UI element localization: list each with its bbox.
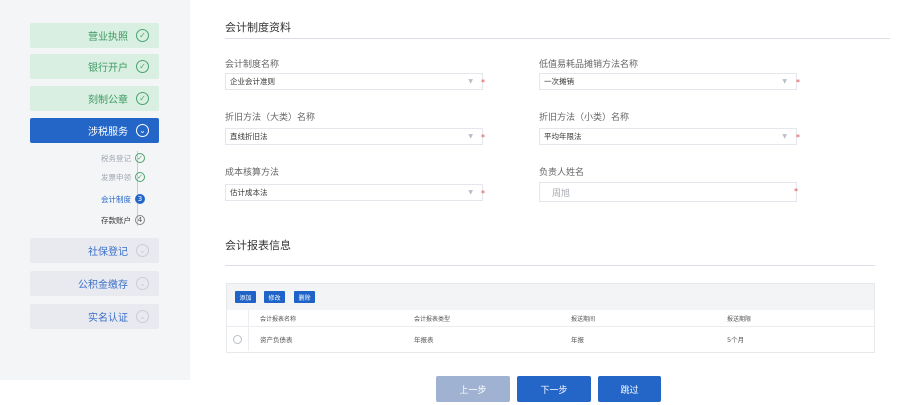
label-depreciation-minor: 折旧方法（小类）名称 [539,113,630,123]
substep-label: 发票申领 [101,172,131,182]
check-icon: ✓ [135,172,145,182]
chevron-down-icon: ▼ [468,189,473,196]
step-housing-fund[interactable]: 公积金缴存 ⌄ [30,271,159,296]
low-value-method-select[interactable]: 一次摊销 ▼ [539,73,797,90]
substep-label: 会计制度 [101,194,131,204]
chevron-down-icon: ⌄ [136,310,149,323]
required-mark: * [794,187,798,196]
label-depreciation-major: 折旧方法（大类）名称 [225,113,316,123]
column-header: 会计报表名称 [260,315,297,323]
check-icon: ✓ [136,29,149,42]
step-bank-account[interactable]: 银行开户 ✓ [30,54,159,79]
cost-method-select[interactable]: 估计成本法 ▼ [225,184,483,201]
check-icon: ✓ [136,60,149,73]
select-value: 平均年限法 [544,132,582,141]
step-label: 社保登记 [88,247,128,258]
substep-accounting-system[interactable]: 会计制度 3 [60,192,145,206]
select-value: 直线折旧法 [230,132,268,141]
next-button[interactable]: 下一步 [517,376,591,402]
step-tax-service[interactable]: 涉税服务 ⌄ [30,118,159,143]
step-label: 公积金缴存 [78,280,128,291]
depreciation-major-select[interactable]: 直线折旧法 ▼ [225,128,483,145]
select-value: 企业会计准则 [230,77,275,86]
step-label: 营业执照 [88,32,128,43]
substep-tax-registration[interactable]: 税务登记 ✓ [60,151,145,165]
step-real-name[interactable]: 实名认证 ⌄ [30,304,159,329]
check-icon: ✓ [135,153,145,163]
section-title-report: 会计报表信息 [225,239,291,252]
step-social-security[interactable]: 社保登记 ⌄ [30,238,159,263]
edit-button[interactable]: 修改 [264,291,285,303]
required-mark: * [796,133,800,142]
table-cell: 年报表 [414,336,434,344]
required-mark: * [481,133,485,142]
row-radio[interactable] [233,334,242,344]
step-label: 银行开户 [88,63,128,74]
divider [225,265,875,266]
label-low-value-method: 低值易耗品摊销方法名称 [539,60,639,70]
step-business-license[interactable]: 营业执照 ✓ [30,23,159,48]
chevron-down-icon: ▼ [468,78,473,85]
table-toolbar: 添加 修改 删除 [227,284,874,310]
system-name-select[interactable]: 企业会计准则 ▼ [225,73,483,90]
table-row[interactable]: 资产负债表 年报表 年报 5个月 [227,327,874,351]
column-header: 报送期间 [571,315,596,323]
delete-button[interactable]: 删除 [294,291,315,303]
select-value: 估计成本法 [230,188,268,197]
prev-button[interactable]: 上一步 [436,376,510,402]
chevron-down-icon: ⌄ [136,244,149,257]
step-label: 实名认证 [88,313,128,324]
report-table: 添加 修改 删除 会计报表名称 会计报表类型 报送期间 报送期限 资产负债表 年… [226,283,875,353]
substep-label: 税务登记 [101,153,131,163]
label-person-name: 负责人姓名 [539,168,585,178]
chevron-down-icon: ▼ [468,133,473,140]
substep-label: 存款账户 [101,215,131,225]
required-mark: * [481,189,485,198]
chevron-down-icon: ⌄ [136,277,149,290]
progress-sidebar: 营业执照 ✓ 银行开户 ✓ 刻制公章 ✓ 涉税服务 ⌄ 税务登记 ✓ 发票申领 … [0,0,190,380]
chevron-down-icon: ▼ [782,133,787,140]
step-number-badge: 3 [135,194,145,204]
step-number-badge: 4 [135,215,145,225]
column-header: 报送期限 [727,315,752,323]
step-seal[interactable]: 刻制公章 ✓ [30,86,159,111]
section-title-accounting: 会计制度资料 [225,21,291,34]
divider [225,38,890,39]
substep-deposit-account[interactable]: 存款账户 4 [60,213,145,227]
table-cell: 资产负债表 [260,336,293,344]
chevron-down-icon: ⌄ [136,124,149,137]
column-header: 会计报表类型 [414,315,451,323]
required-mark: * [796,78,800,87]
required-mark: * [481,78,485,87]
step-label: 涉税服务 [88,127,128,138]
label-cost-method: 成本核算方法 [225,168,280,178]
table-header: 会计报表名称 会计报表类型 报送期间 报送期限 [227,310,874,327]
chevron-down-icon: ▼ [782,78,787,85]
check-icon: ✓ [136,92,149,105]
person-name-input[interactable]: 周旭 [539,182,797,202]
table-cell: 5个月 [727,336,745,344]
skip-button[interactable]: 跳过 [598,376,661,402]
table-cell: 年报 [571,336,584,344]
select-value: 一次摊销 [544,77,574,86]
substep-invoice[interactable]: 发票申领 ✓ [60,170,145,184]
add-button[interactable]: 添加 [235,291,256,303]
depreciation-minor-select[interactable]: 平均年限法 ▼ [539,128,797,145]
step-label: 刻制公章 [88,95,128,106]
label-system-name: 会计制度名称 [225,60,280,70]
